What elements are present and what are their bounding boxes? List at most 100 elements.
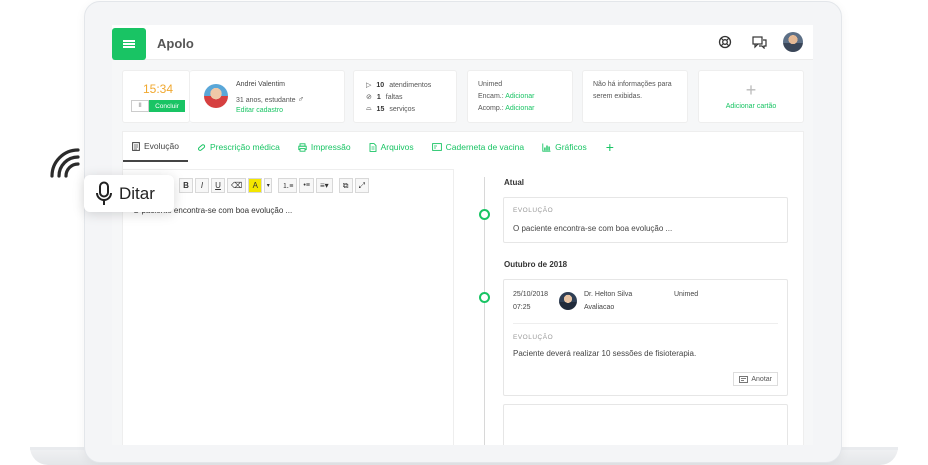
top-bar: Apolo xyxy=(112,25,813,60)
dictate-button[interactable]: Ditar xyxy=(84,175,174,212)
tab-bar: Evolução Prescrição médica Impressão Arq… xyxy=(123,132,805,162)
doctor-name: Dr. Helton Silva xyxy=(584,291,633,298)
finish-button[interactable]: Concluir xyxy=(149,100,185,112)
menu-button[interactable] xyxy=(112,28,146,60)
fullscreen-icon: ⤢ xyxy=(358,180,366,190)
highlight-dropdown[interactable]: ▾ xyxy=(264,178,273,193)
timeline: Atual EVOLUÇÃO O paciente encontra-se co… xyxy=(463,169,805,445)
support-icon[interactable] xyxy=(715,32,735,52)
add-card-button[interactable]: + Adicionar cartão xyxy=(698,70,804,123)
entry-date: 25/10/2018 xyxy=(513,291,549,298)
app-title: Apolo xyxy=(157,36,194,51)
bullet-list-button[interactable]: •≡ xyxy=(299,178,314,193)
printer-icon xyxy=(298,142,307,152)
play-icon: ▷ xyxy=(366,82,372,89)
encam-add-link[interactable]: Adicionar xyxy=(505,93,534,100)
user-avatar[interactable] xyxy=(783,32,803,52)
entry-insurance: Unimed xyxy=(674,291,699,298)
tab-impressao[interactable]: Impressão xyxy=(289,132,360,162)
male-icon: ♂ xyxy=(297,94,305,104)
timer-display: 15:34 xyxy=(143,82,174,96)
info-card: Não há informações para serem exibidas. xyxy=(582,70,688,123)
edit-profile-link[interactable]: Editar cadastro xyxy=(236,107,283,114)
info-text-line2: serem exibidas. xyxy=(593,93,643,100)
underline-button[interactable]: U xyxy=(211,178,225,193)
acomp-row: Acomp.: Adicionar xyxy=(478,105,534,112)
tab-prescricao[interactable]: Prescrição médica xyxy=(188,132,289,162)
month-heading: Outubro de 2018 xyxy=(504,260,568,269)
tab-evolucao[interactable]: Evolução xyxy=(123,132,188,162)
annotate-label: Anotar xyxy=(751,375,772,383)
align-icon: ≡▾ xyxy=(319,181,329,190)
timer-card: 15:34 II Concluir xyxy=(122,70,190,123)
italic-button[interactable]: I xyxy=(195,178,209,193)
stat-label: serviços xyxy=(389,105,416,113)
copy-icon: ⧉ xyxy=(342,180,349,190)
stat-value: 1 xyxy=(376,93,381,101)
document-icon xyxy=(132,141,140,151)
tab-label: Gráficos xyxy=(555,142,587,152)
patient-card: Andrei Valentim 31 anos, estudante ♂ Edi… xyxy=(190,70,345,123)
divider xyxy=(513,323,778,324)
stat-services: ⌓ 15 serviços xyxy=(366,105,415,113)
stat-value: 10 xyxy=(376,81,385,89)
evolution-text: O paciente encontra-se com boa evolução … xyxy=(513,224,673,233)
evolution-text: Paciente deverá realizar 10 sessões de f… xyxy=(513,349,697,358)
tab-label: Prescrição médica xyxy=(209,142,280,152)
eraser-button[interactable]: ⌫ xyxy=(227,178,247,193)
ban-icon: ⊘ xyxy=(366,94,372,101)
tab-caderneta-vacina[interactable]: Caderneta de vacina xyxy=(423,132,533,162)
main-panel: Evolução Prescrição médica Impressão Arq… xyxy=(122,131,804,445)
bold-button[interactable]: B xyxy=(179,178,193,193)
ordered-list-button[interactable]: ⒈≡ xyxy=(278,178,298,193)
stat-label: atendimentos xyxy=(389,81,432,89)
timeline-dot xyxy=(479,292,490,303)
entry-time: 07:25 xyxy=(513,304,531,311)
editor-area[interactable]: B I U ⌫ A ▾ ⒈≡ •≡ ≡▾ ⧉ ⤢ O paciente enco… xyxy=(123,169,454,445)
card-icon xyxy=(431,143,442,151)
app-screen: Apolo 15:34 II Concluir Andrei Valentim … xyxy=(112,25,813,445)
highlight-button[interactable]: A xyxy=(248,178,263,193)
stage: Apolo 15:34 II Concluir Andrei Valentim … xyxy=(0,0,928,465)
annotate-button[interactable]: Anotar xyxy=(733,372,778,386)
fullscreen-button[interactable]: ⤢ xyxy=(354,178,370,193)
editor-toolbar: B I U ⌫ A ▾ ⒈≡ •≡ ≡▾ ⧉ ⤢ xyxy=(179,178,370,193)
plus-icon: + xyxy=(745,80,757,100)
tab-graficos[interactable]: Gráficos xyxy=(533,132,596,162)
evolution-label: EVOLUÇÃO xyxy=(513,207,554,214)
evolution-entry-card[interactable]: 25/10/2018 07:25 Dr. Helton Silva Avalia… xyxy=(503,279,788,396)
chat-icon[interactable] xyxy=(749,32,769,52)
dictate-label: Ditar xyxy=(119,183,155,203)
caret-down-icon: ▾ xyxy=(266,183,270,189)
bullet-list-icon: •≡ xyxy=(303,182,310,189)
tab-arquivos[interactable]: Arquivos xyxy=(360,132,423,162)
stat-value: 15 xyxy=(376,105,385,113)
info-text-line1: Não há informações para xyxy=(593,81,672,88)
add-tab-button[interactable]: + xyxy=(596,139,624,155)
insurance-name: Unimed xyxy=(478,81,503,88)
stat-appointments: ▷ 10 atendimentos xyxy=(366,81,432,90)
current-evolution-card[interactable]: EVOLUÇÃO O paciente encontra-se com boa … xyxy=(503,197,788,243)
insurance-card: Unimed Encam.: Adicionar Acomp.: Adicion… xyxy=(467,70,573,123)
patient-avatar xyxy=(204,84,228,108)
acomp-add-link[interactable]: Adicionar xyxy=(505,105,534,112)
hamburger-icon xyxy=(123,40,135,48)
tab-label: Arquivos xyxy=(380,142,414,152)
acomp-label: Acomp.: xyxy=(478,105,504,112)
patient-name: Andrei Valentim xyxy=(236,81,285,88)
pill-icon xyxy=(197,143,206,151)
tab-label: Impressão xyxy=(310,142,351,152)
align-button[interactable]: ≡▾ xyxy=(315,178,333,193)
wireless-signal-icon xyxy=(50,148,80,178)
encam-row: Encam.: Adicionar xyxy=(478,93,534,100)
service-icon: ⌓ xyxy=(366,105,372,112)
next-entry-card[interactable] xyxy=(503,404,788,445)
copy-format-button[interactable]: ⧉ xyxy=(338,178,353,193)
doctor-type: Avaliacao xyxy=(584,304,615,311)
eraser-icon: ⌫ xyxy=(231,181,243,190)
tab-label: Evolução xyxy=(144,141,179,151)
pause-button[interactable]: II xyxy=(131,100,149,112)
patient-info-text: 31 anos, estudante xyxy=(236,97,296,104)
stat-absences: ⊘ 1 faltas xyxy=(366,93,403,102)
doctor-avatar xyxy=(559,292,577,310)
